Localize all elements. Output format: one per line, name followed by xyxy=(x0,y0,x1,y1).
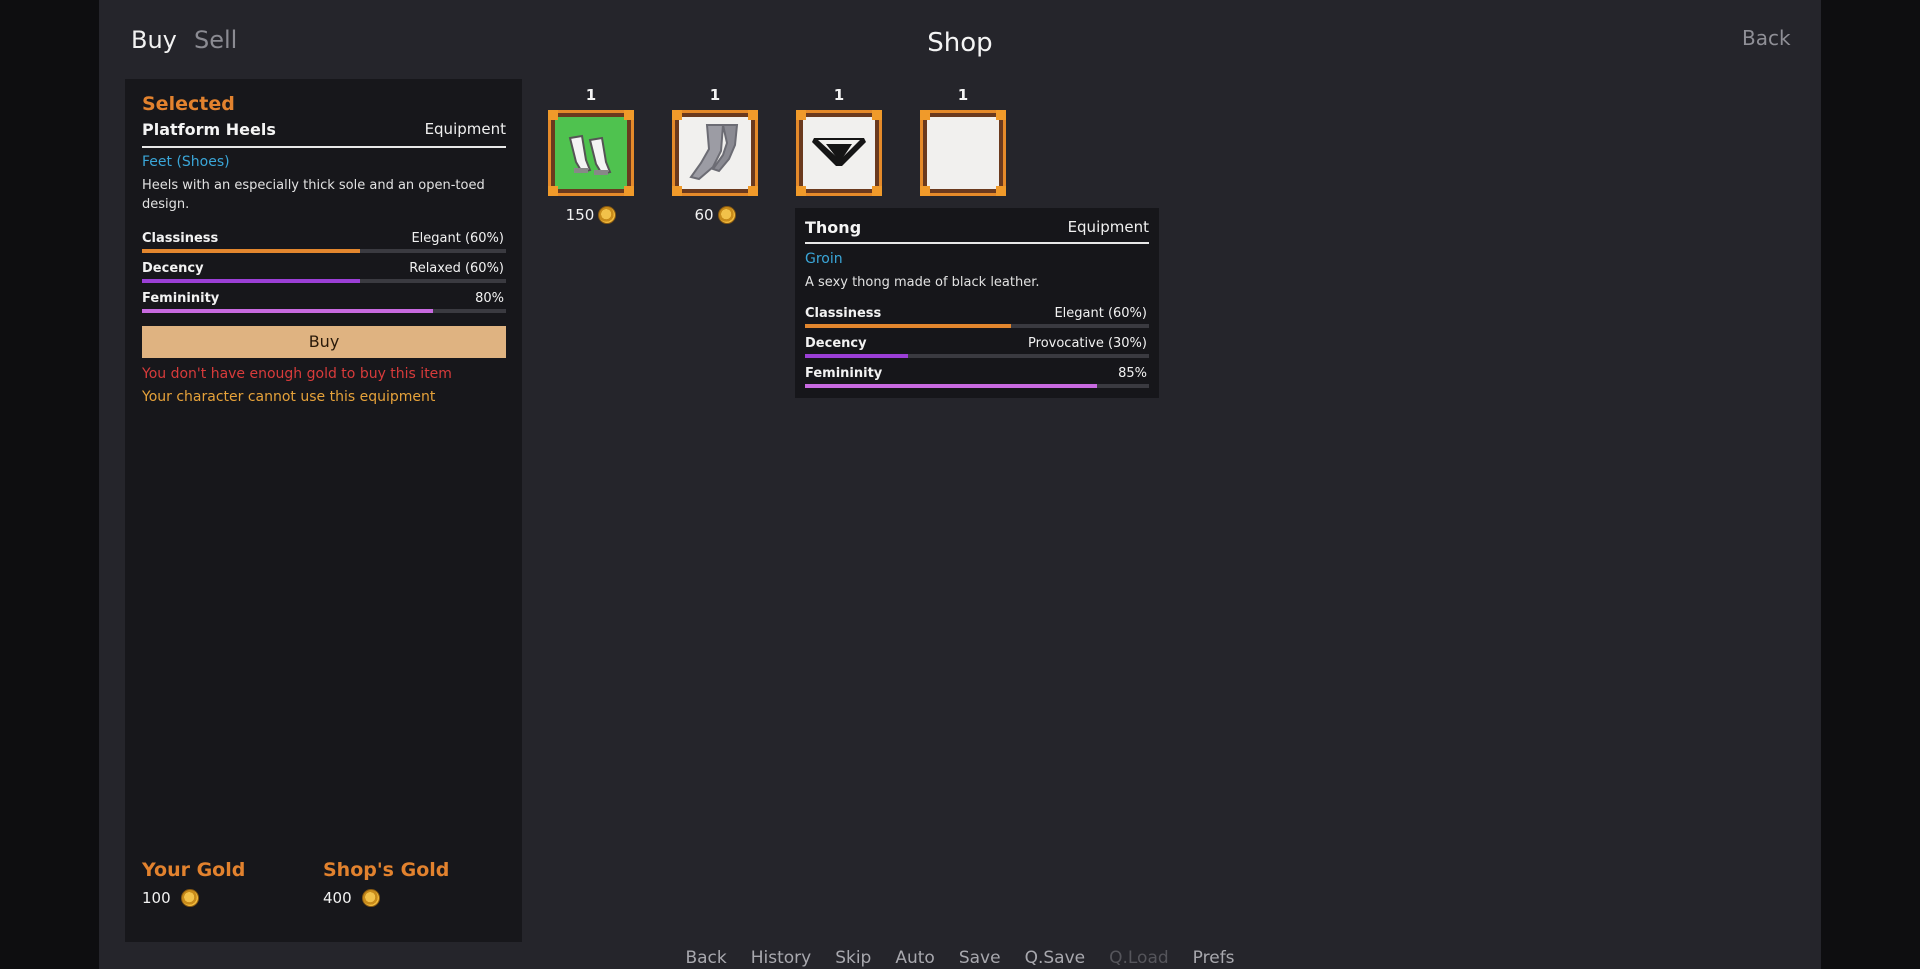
tooltip-item-description: A sexy thong made of black leather. xyxy=(805,275,1040,290)
shop-item-slot: 1 150 xyxy=(546,86,636,224)
heels-icon xyxy=(568,134,612,176)
stat-label: Classiness xyxy=(142,231,219,246)
price-value: 150 xyxy=(565,206,595,224)
tooltip-item-type: Equipment xyxy=(1067,218,1149,236)
stat-bar xyxy=(805,354,1149,358)
shop-gold-value: 400 xyxy=(323,889,352,907)
shop-gold-label: Shop's Gold xyxy=(323,859,450,881)
coin-icon xyxy=(717,206,736,224)
back-button[interactable]: Back xyxy=(1742,26,1791,50)
shop-item-slot: 1 xyxy=(918,86,1008,196)
quick-menu-skip[interactable]: Skip xyxy=(823,948,883,968)
tooltip-header: Thong Equipment xyxy=(805,218,1149,244)
selected-item-header: Platform Heels Equipment xyxy=(142,120,506,148)
stat-bar xyxy=(142,249,506,253)
stat-classiness: Classiness Elegant (60%) xyxy=(142,231,506,255)
stat-bar xyxy=(142,279,506,283)
stat-bar xyxy=(805,324,1149,328)
item-platform-heels[interactable] xyxy=(548,110,634,196)
stat-value: Elegant (60%) xyxy=(1054,306,1147,321)
stat-decency: Decency Provocative (30%) xyxy=(805,336,1149,360)
selected-item-description: Heels with an especially thick sole and … xyxy=(142,178,485,212)
your-gold-label: Your Gold xyxy=(142,859,246,881)
quick-menu-save[interactable]: Save xyxy=(947,948,1013,968)
item-unknown[interactable] xyxy=(920,110,1006,196)
stat-value: Elegant (60%) xyxy=(411,231,504,246)
quick-menu-back[interactable]: Back xyxy=(673,948,738,968)
item-quantity: 1 xyxy=(833,86,845,104)
item-price: 150 xyxy=(546,206,636,224)
stat-femininity: Femininity 80% xyxy=(142,291,506,315)
coin-icon xyxy=(361,889,380,907)
stat-decency: Decency Relaxed (60%) xyxy=(142,261,506,285)
buy-button[interactable]: Buy xyxy=(142,326,506,358)
stat-label: Decency xyxy=(142,261,204,276)
quick-menu-qsave[interactable]: Q.Save xyxy=(1013,948,1098,968)
shop-gold: Shop's Gold 400 xyxy=(323,859,449,907)
item-quantity: 1 xyxy=(957,86,969,104)
coin-icon xyxy=(598,206,617,224)
stat-label: Femininity xyxy=(805,366,883,381)
warning-not-enough-gold: You don't have enough gold to buy this i… xyxy=(142,366,452,382)
empty-item-icon xyxy=(927,117,999,189)
quick-menu-prefs[interactable]: Prefs xyxy=(1181,948,1247,968)
item-quantity: 1 xyxy=(585,86,597,104)
stat-value: Relaxed (60%) xyxy=(409,261,504,276)
stat-label: Femininity xyxy=(142,291,220,306)
tooltip-item-name: Thong xyxy=(805,218,862,237)
quick-menu: Back History Skip Auto Save Q.Save Q.Loa… xyxy=(0,948,1920,968)
selected-item-name: Platform Heels xyxy=(142,120,276,139)
stat-label: Classiness xyxy=(805,306,882,321)
thong-icon xyxy=(812,138,866,166)
item-price: 60 xyxy=(670,206,760,224)
coin-icon xyxy=(180,889,199,907)
stat-femininity: Femininity 85% xyxy=(805,366,1149,390)
price-value: 60 xyxy=(694,206,714,224)
quick-menu-qload: Q.Load xyxy=(1109,948,1169,968)
item-stockings[interactable] xyxy=(672,110,758,196)
quick-menu-auto[interactable]: Auto xyxy=(883,948,946,968)
stat-value: 80% xyxy=(475,291,504,306)
selected-item-panel: Selected Platform Heels Equipment Feet (… xyxy=(125,79,522,942)
shop-item-slot: 1 60 xyxy=(670,86,760,224)
stat-bar xyxy=(805,384,1149,388)
stat-bar xyxy=(142,309,506,313)
item-tooltip: Thong Equipment Groin A sexy thong made … xyxy=(795,208,1159,398)
selected-item-type: Equipment xyxy=(424,120,506,138)
shop-item-slot: 1 xyxy=(794,86,884,206)
tooltip-item-slot: Groin xyxy=(805,251,843,267)
stat-classiness: Classiness Elegant (60%) xyxy=(805,306,1149,330)
selected-heading: Selected xyxy=(142,93,235,115)
item-quantity: 1 xyxy=(709,86,721,104)
selected-item-slot: Feet (Shoes) xyxy=(142,154,230,170)
stat-value: Provocative (30%) xyxy=(1028,336,1147,351)
quick-menu-history[interactable]: History xyxy=(739,948,823,968)
item-thong[interactable] xyxy=(796,110,882,196)
your-gold: Your Gold 100 xyxy=(142,859,245,907)
your-gold-value: 100 xyxy=(142,889,171,907)
stat-label: Decency xyxy=(805,336,867,351)
warning-cannot-use: Your character cannot use this equipment xyxy=(142,389,436,405)
stockings-icon xyxy=(689,124,739,181)
page-title: Shop xyxy=(927,28,993,58)
stat-value: 85% xyxy=(1118,366,1147,381)
